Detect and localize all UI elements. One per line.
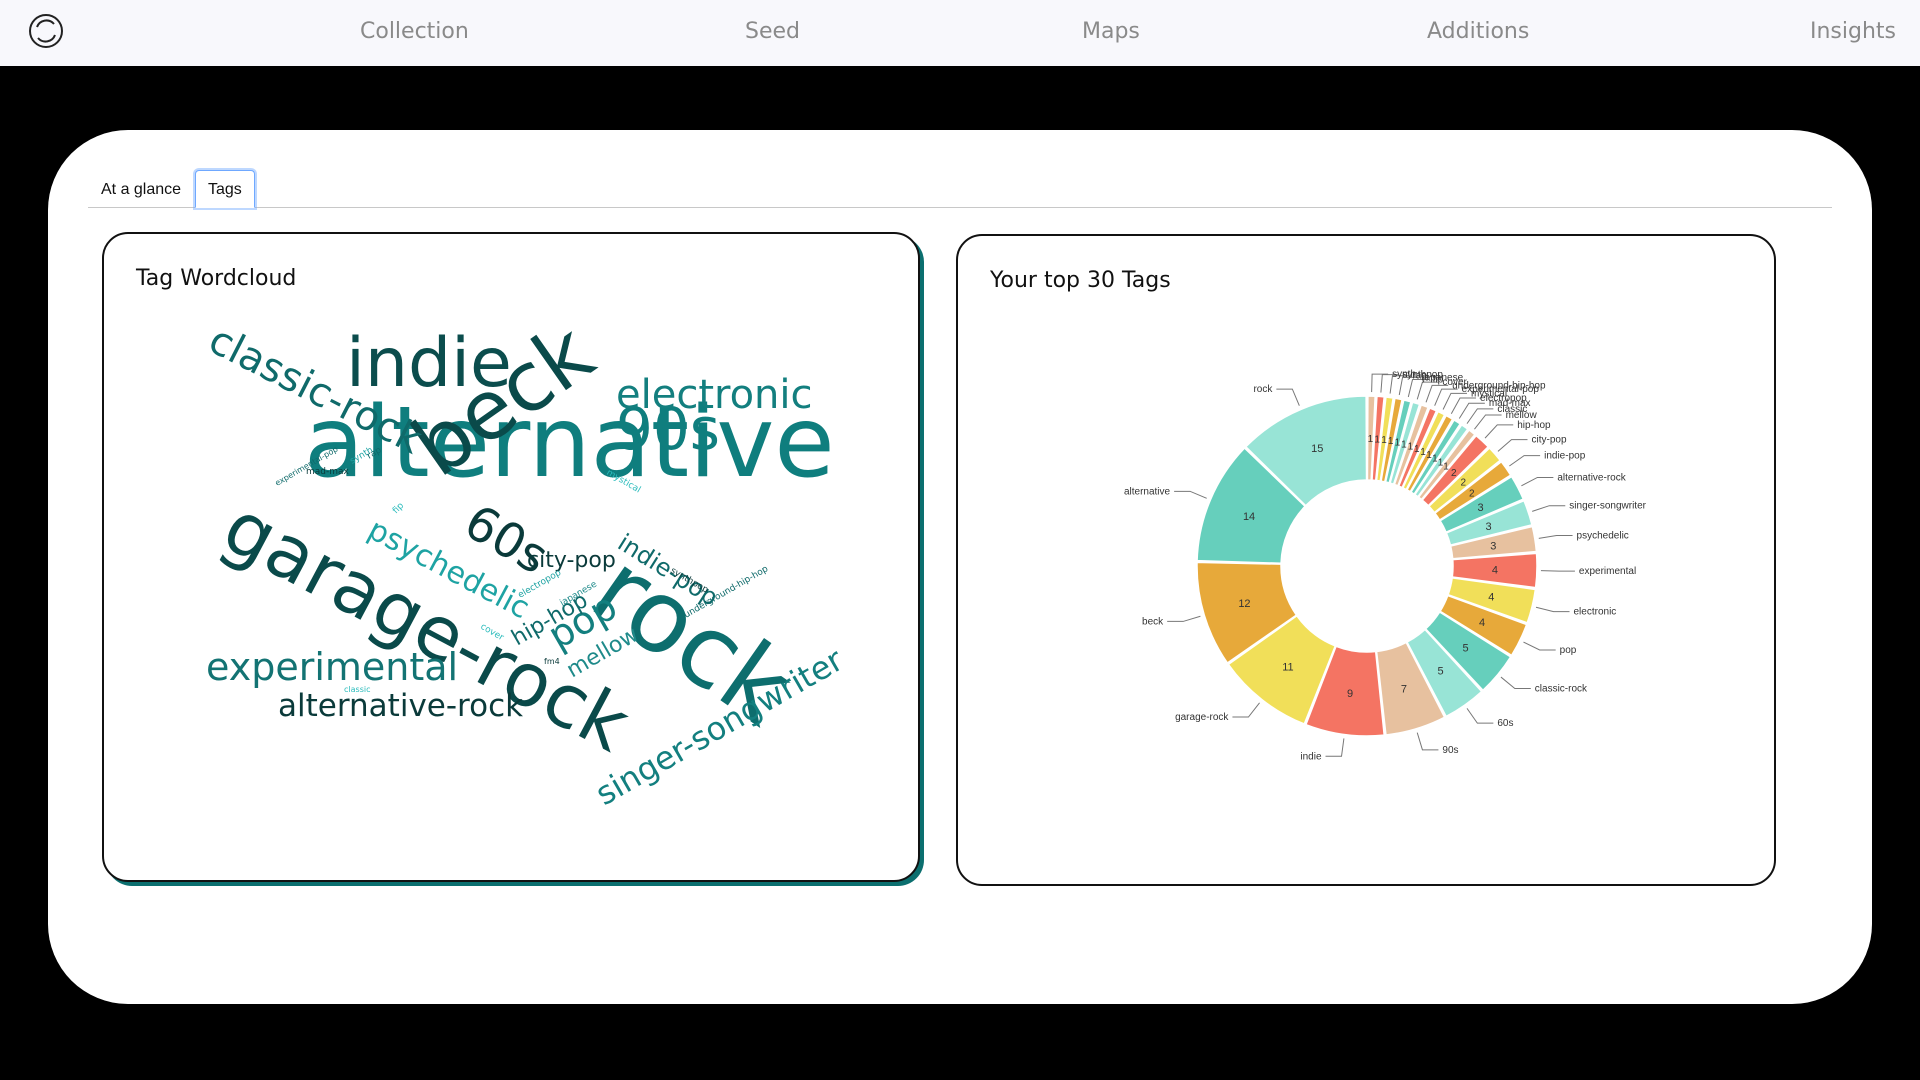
- slice-value-label: 1: [1374, 434, 1380, 445]
- slice-leader-line: [1276, 388, 1300, 406]
- slice-value-label: 1: [1438, 457, 1444, 468]
- slice-category-label: rock: [1253, 384, 1273, 395]
- nav-seed[interactable]: Seed: [745, 19, 800, 44]
- top-tags-panel: Your top 30 Tags 15 rock 14 alternative 12 be…: [956, 234, 1776, 886]
- slice-value-label: 14: [1243, 511, 1255, 523]
- slice-leader-line: [1416, 732, 1439, 751]
- tab-bar: At a glance Tags: [88, 170, 1832, 208]
- slice-category-label: city-pop: [1531, 435, 1566, 446]
- wordcloud-word: classic: [344, 685, 370, 694]
- slice-value-label: 3: [1478, 502, 1484, 514]
- slice-leader-line: [1500, 676, 1531, 690]
- wordcloud-word: mad-max: [306, 467, 350, 477]
- slice-category-label: 60s: [1497, 718, 1513, 729]
- slice-value-label: 5: [1438, 666, 1444, 678]
- slice-leader-line: [1167, 615, 1201, 622]
- slice-leader-line: [1174, 490, 1207, 499]
- slice-leader-line: [1535, 606, 1570, 613]
- slice-category-label: 90s: [1442, 745, 1458, 756]
- top-navbar: Collection Seed Maps Additions Insights: [0, 0, 1920, 66]
- slice-leader-line: [1466, 708, 1494, 724]
- slice-leader-line: [1538, 534, 1573, 539]
- slice-value-label: 11: [1282, 662, 1293, 674]
- slice-value-label: 4: [1488, 591, 1494, 603]
- slice-category-label: alternative: [1124, 486, 1171, 497]
- wordcloud-word: experimental: [206, 645, 458, 689]
- slice-category-label: pop: [1560, 645, 1577, 656]
- slice-value-label: 2: [1451, 468, 1457, 479]
- slice-leader-line: [1232, 702, 1260, 718]
- slice-value-label: 1: [1395, 438, 1401, 449]
- slice-leader-line: [1521, 476, 1554, 487]
- slice-value-label: 12: [1238, 598, 1250, 610]
- wordcloud-word: alternative-rock: [278, 688, 523, 724]
- slice-category-label: experimental: [1579, 566, 1636, 577]
- slice-category-label: electronic: [1574, 607, 1617, 618]
- slice-category-label: beck: [1142, 616, 1164, 627]
- top-tags-donut-chart: 15rock14alternative12beck11garage-rock9i…: [1124, 369, 1647, 762]
- wordcloud-word: indie: [346, 324, 512, 403]
- slice-category-label: classic-rock: [1535, 684, 1588, 695]
- circle-logo-icon[interactable]: [28, 13, 64, 49]
- slice-leader-line: [1371, 373, 1389, 393]
- slice-leader-line: [1497, 439, 1528, 452]
- nav-collection[interactable]: Collection: [360, 19, 469, 44]
- nav-additions[interactable]: Additions: [1427, 19, 1529, 44]
- slice-value-label: 7: [1401, 684, 1407, 696]
- slice-value-label: 1: [1432, 453, 1438, 464]
- slice-value-label: 4: [1492, 564, 1498, 576]
- slice-category-label: indie-pop: [1544, 451, 1586, 462]
- slice-value-label: 3: [1485, 521, 1491, 533]
- slice-value-label: 4: [1479, 617, 1485, 629]
- slice-category-label: garage-rock: [1175, 712, 1229, 723]
- slice-leader-line: [1532, 505, 1566, 512]
- nav-insights[interactable]: Insights: [1810, 19, 1896, 44]
- slice-leader-line: [1523, 641, 1556, 651]
- slice-value-label: 1: [1443, 461, 1449, 472]
- slice-leader-line: [1484, 424, 1514, 439]
- nav-maps[interactable]: Maps: [1082, 19, 1140, 44]
- slice-category-label: singer-songwriter: [1569, 501, 1646, 512]
- slice-category-label: alternative-rock: [1557, 472, 1626, 483]
- slice-value-label: 15: [1311, 443, 1323, 455]
- tab-at-a-glance[interactable]: At a glance: [88, 170, 194, 208]
- wordcloud-word: electronic: [616, 372, 813, 418]
- wordcloud: alternativegarage-rockrockbeckindieclass…: [201, 305, 850, 813]
- tab-tags[interactable]: Tags: [195, 170, 255, 208]
- wordcloud-panel: Tag Wordcloud alternative garage-rock rock…: [102, 232, 920, 882]
- wordcloud-word: city-pop: [527, 548, 616, 573]
- slice-value-label: 1: [1401, 439, 1407, 450]
- slice-value-label: 5: [1462, 643, 1468, 655]
- slice-category-label: hip-hop: [1517, 420, 1551, 431]
- slice-value-label: 1: [1368, 434, 1374, 445]
- slice-category-label: indie: [1300, 751, 1322, 762]
- slice-value-label: 1: [1408, 442, 1414, 453]
- slice-leader-line: [1509, 455, 1541, 467]
- slice-value-label: 3: [1490, 541, 1496, 553]
- slice-value-label: 1: [1420, 447, 1426, 458]
- slice-value-label: 2: [1469, 488, 1475, 499]
- slice-value-label: 1: [1414, 444, 1420, 455]
- slice-value-label: 2: [1461, 478, 1467, 489]
- slice-value-label: 1: [1388, 436, 1394, 447]
- slice-category-label: synth: [1392, 369, 1416, 380]
- wordcloud-word: fm4: [544, 657, 560, 666]
- wordcloud-word: fip: [391, 501, 406, 516]
- slice-leader-line: [1325, 738, 1345, 757]
- slice-leader-line: [1474, 414, 1502, 430]
- slice-value-label: 1: [1381, 435, 1387, 446]
- slice-value-label: 9: [1347, 688, 1353, 700]
- slice-category-label: psychedelic: [1577, 530, 1629, 541]
- slice-value-label: 1: [1426, 450, 1432, 461]
